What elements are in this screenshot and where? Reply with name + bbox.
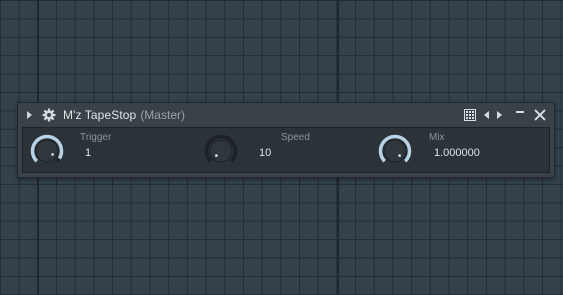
plugin-window: M'z TapeStop (Master) Trigger 1 Speed 10… — [17, 102, 555, 178]
speed-knob[interactable] — [203, 133, 239, 169]
knob-indicator — [215, 154, 218, 157]
prev-arrow-icon[interactable] — [484, 111, 489, 119]
param-value: 1 — [85, 147, 92, 159]
param-value: 10 — [259, 147, 272, 159]
parameter-panel: Trigger 1 Speed 10 Mix 1.000000 — [22, 127, 550, 173]
minimize-icon[interactable] — [516, 111, 524, 113]
mix-knob[interactable] — [377, 133, 413, 169]
knob-indicator — [51, 153, 54, 156]
param-label: Mix — [429, 132, 445, 143]
collapse-arrow-icon[interactable] — [27, 111, 32, 119]
gear-icon[interactable] — [42, 108, 56, 122]
knob-body — [209, 139, 233, 163]
next-arrow-icon[interactable] — [497, 111, 502, 119]
knob-indicator — [398, 154, 401, 157]
knob-body — [35, 139, 59, 163]
knob-body — [383, 139, 407, 163]
grid-icon[interactable] — [464, 109, 476, 121]
plugin-target: (Master) — [140, 108, 185, 122]
param-value: 1.000000 — [434, 147, 480, 159]
title-bar-controls — [464, 103, 546, 127]
param-label: Trigger — [80, 132, 112, 143]
plugin-title: M'z TapeStop — [63, 108, 137, 122]
close-icon[interactable] — [534, 109, 546, 121]
param-label: Speed — [281, 132, 310, 143]
title-bar[interactable]: M'z TapeStop (Master) — [18, 103, 554, 127]
trigger-knob[interactable] — [29, 133, 65, 169]
